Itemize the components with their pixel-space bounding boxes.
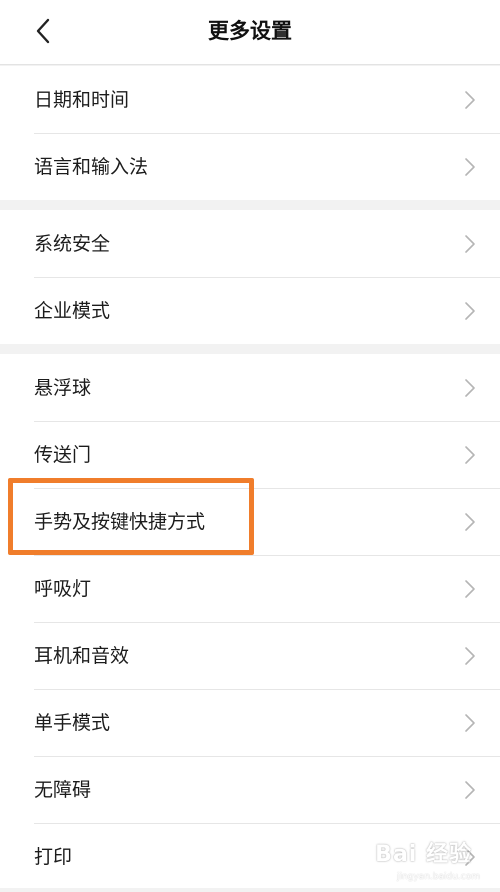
chevron-right-icon [464,234,476,254]
page-title: 更多设置 [208,19,292,43]
settings-item-label: 耳机和音效 [34,644,130,667]
settings-item-one-hand-mode[interactable]: 单手模式 [0,689,500,756]
settings-item-label: 系统安全 [34,232,111,255]
settings-item-label: 传送门 [34,443,92,466]
settings-item-gesture-shortcuts[interactable]: 手势及按键快捷方式 [0,488,500,555]
settings-group-2: 系统安全 企业模式 [0,210,500,344]
settings-item-label: 日期和时间 [34,88,130,111]
settings-item-breathing-light[interactable]: 呼吸灯 [0,555,500,622]
settings-group-1: 日期和时间 语言和输入法 [0,66,500,200]
settings-item-label: 打印 [34,845,73,868]
bottom-strip [0,888,500,892]
settings-item-label: 单手模式 [34,711,111,734]
settings-item-enterprise-mode[interactable]: 企业模式 [0,277,500,344]
settings-item-label: 无障碍 [34,778,92,801]
settings-item-label: 语言和输入法 [34,155,149,178]
watermark-url: jingyan.baidu.com [396,872,480,882]
more-settings-screen: 更多设置 日期和时间 语言和输入法 系统安全 企业模式 悬浮球 传送门 手势及按… [0,0,500,892]
settings-item-label: 呼吸灯 [34,577,92,600]
watermark-brand: Bai 经验 [375,842,472,867]
chevron-right-icon [464,90,476,110]
settings-item-date-time[interactable]: 日期和时间 [0,66,500,133]
chevron-right-icon [464,378,476,398]
chevron-right-icon [464,579,476,599]
chevron-right-icon [464,713,476,733]
chevron-right-icon [464,512,476,532]
chevron-right-icon [464,157,476,177]
settings-item-label: 手势及按键快捷方式 [34,510,206,533]
settings-item-accessibility[interactable]: 无障碍 [0,756,500,823]
settings-item-portal[interactable]: 传送门 [0,421,500,488]
settings-item-headphones-sound[interactable]: 耳机和音效 [0,622,500,689]
settings-item-label: 悬浮球 [34,376,92,399]
settings-item-language-input[interactable]: 语言和输入法 [0,133,500,200]
settings-group-3: 悬浮球 传送门 手势及按键快捷方式 呼吸灯 耳机和音效 单手模式 无障碍 打印 [0,354,500,890]
chevron-right-icon [464,780,476,800]
watermark: Bai 经验 jingyan.baidu.com [374,842,494,888]
header-bar: 更多设置 [0,0,500,65]
settings-item-label: 企业模式 [34,299,111,322]
settings-item-floating-ball[interactable]: 悬浮球 [0,354,500,421]
chevron-right-icon [464,301,476,321]
chevron-right-icon [464,646,476,666]
settings-item-system-security[interactable]: 系统安全 [0,210,500,277]
chevron-right-icon [464,445,476,465]
